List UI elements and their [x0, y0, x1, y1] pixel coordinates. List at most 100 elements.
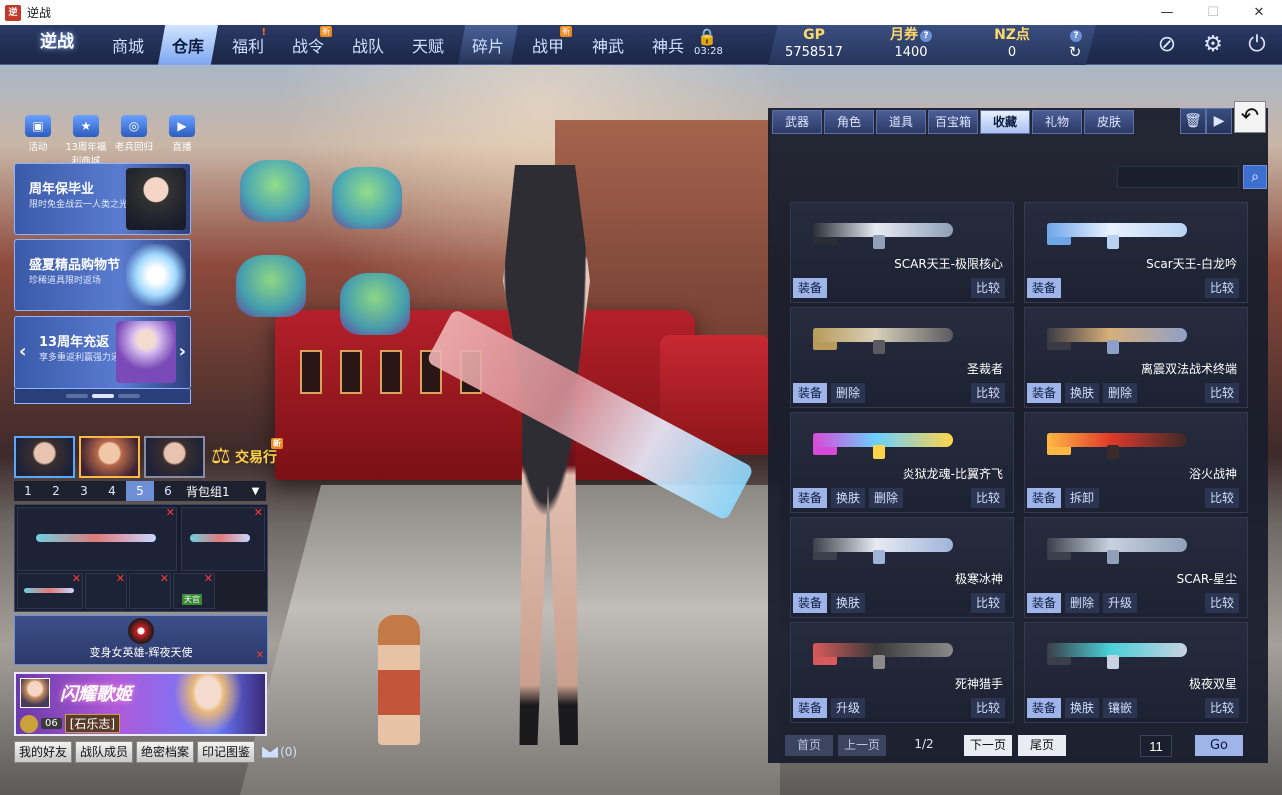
inventory-tab[interactable]: 皮肤	[1084, 110, 1134, 134]
item-action-button[interactable]: 装备	[793, 488, 827, 508]
compare-button[interactable]: 比较	[971, 698, 1005, 718]
hero-portrait[interactable]	[14, 436, 75, 478]
social-button[interactable]: 战队成员	[75, 741, 134, 763]
item-action-button[interactable]: 删除	[1065, 593, 1099, 613]
item-action-button[interactable]: 装备	[793, 593, 827, 613]
inventory-tab[interactable]: 道具	[876, 110, 926, 134]
item-action-button[interactable]: 删除	[869, 488, 903, 508]
link-icon[interactable]: ⊘	[1152, 30, 1182, 60]
item-action-button[interactable]: 装备	[1027, 698, 1061, 718]
mail-button[interactable]: (0)	[262, 745, 297, 759]
bag-tab[interactable]: 6	[154, 481, 182, 501]
item-action-button[interactable]: 装备	[1027, 488, 1061, 508]
promo-anniversary[interactable]: 周年保毕业 限时免金战云一人类之光	[14, 163, 191, 235]
nav-tab[interactable]: 战队	[338, 25, 398, 65]
social-button[interactable]: 我的好友	[14, 741, 73, 763]
back-button[interactable]: ↶	[1234, 101, 1266, 133]
item-action-button[interactable]: 换肤	[831, 488, 865, 508]
item-card[interactable]: SCAR-星尘 装备 删除 升级 比较	[1024, 517, 1248, 618]
hero-skin-slot[interactable]: 变身女英雄-辉夜天使 ✕	[14, 615, 268, 665]
inventory-tab[interactable]: 收藏	[980, 110, 1030, 134]
exchange-button[interactable]: ⚖ 交易行 新	[209, 436, 289, 478]
remove-icon[interactable]: ✕	[72, 572, 81, 585]
remove-icon[interactable]: ✕	[256, 650, 264, 661]
item-action-button[interactable]: 装备	[1027, 593, 1061, 613]
compare-button[interactable]: 比较	[971, 278, 1005, 298]
inventory-tab[interactable]: 角色	[824, 110, 874, 134]
item-action-button[interactable]: 换肤	[831, 593, 865, 613]
hero-portrait[interactable]	[144, 436, 205, 478]
nav-tab[interactable]: 商城	[98, 25, 158, 65]
quick-link[interactable]: ◎ 老兵回归	[110, 115, 158, 157]
item-card[interactable]: 炎狱龙魂-比翼齐飞 装备 换肤 删除 比较	[790, 412, 1014, 513]
bag-tab[interactable]: 2	[42, 481, 70, 501]
item-action-button[interactable]: 装备	[1027, 383, 1061, 403]
item-action-button[interactable]: 镶嵌	[1103, 698, 1137, 718]
compare-button[interactable]: 比较	[1205, 698, 1239, 718]
compare-button[interactable]: 比较	[1205, 278, 1239, 298]
minimize-button[interactable]: —	[1144, 0, 1190, 25]
secondary-weapon-slot[interactable]: ✕	[181, 506, 265, 571]
item-action-button[interactable]: 换肤	[1065, 698, 1099, 718]
nav-tab[interactable]: 碎片	[458, 25, 518, 65]
search-input[interactable]	[1117, 166, 1239, 188]
quick-link[interactable]: ★ 13周年福利商城	[62, 115, 110, 167]
item-card[interactable]: SCAR天王-极限核心 装备 比较	[790, 202, 1014, 303]
item-action-button[interactable]: 删除	[1103, 383, 1137, 403]
item-card[interactable]: Scar天王-白龙吟 装备 比较	[1024, 202, 1248, 303]
melee-slot[interactable]: ✕	[17, 572, 83, 609]
item-action-button[interactable]: 换肤	[1065, 383, 1099, 403]
item-card[interactable]: 离震双法战术终端 装备 换肤 删除 比较	[1024, 307, 1248, 408]
nav-tab[interactable]: 战甲新	[518, 25, 578, 65]
item-action-button[interactable]: 装备	[793, 278, 827, 298]
bag-group-select[interactable]: 背包组1 ▼	[186, 483, 259, 500]
item-action-button[interactable]: 升级	[1103, 593, 1137, 613]
remove-icon[interactable]: ✕	[160, 572, 169, 585]
item-slot[interactable]: ✕	[129, 572, 171, 609]
social-button[interactable]: 印记图鉴	[197, 741, 256, 763]
compare-button[interactable]: 比较	[1205, 488, 1239, 508]
promo-recharge[interactable]: ‹ 13周年充返 享多重返利赢强力道具 ›	[14, 316, 191, 389]
compare-button[interactable]: 比较	[971, 488, 1005, 508]
last-page-button[interactable]: 尾页	[1018, 735, 1066, 756]
maximize-button[interactable]: ☐	[1190, 0, 1236, 25]
primary-weapon-slot[interactable]: ✕	[17, 506, 177, 571]
item-card[interactable]: 死神猎手 装备 升级 比较	[790, 622, 1014, 723]
lock-indicator[interactable]: 🔒 03:28	[694, 28, 723, 64]
bag-tab[interactable]: 4	[98, 481, 126, 501]
hero-portrait[interactable]	[79, 436, 140, 478]
compare-button[interactable]: 比较	[1205, 593, 1239, 613]
promo-summer-shop[interactable]: 盛夏精品购物节 珍稀道具限时返场	[14, 239, 191, 311]
first-page-button[interactable]: 首页	[785, 735, 833, 756]
voucher-help-icon[interactable]: ?	[920, 30, 932, 42]
item-action-button[interactable]: 拆卸	[1065, 488, 1099, 508]
item-action-button[interactable]: 升级	[831, 698, 865, 718]
nav-tab[interactable]: 仓库	[158, 25, 218, 65]
promo-prev-icon[interactable]: ‹	[19, 341, 26, 362]
close-button[interactable]: ✕	[1236, 0, 1282, 25]
page-jump-input[interactable]	[1140, 735, 1172, 757]
inventory-tab[interactable]: 礼物	[1032, 110, 1082, 134]
nav-tab[interactable]: 神兵	[638, 25, 698, 65]
bag-tab[interactable]: 1	[14, 481, 42, 501]
compare-button[interactable]: 比较	[1205, 383, 1239, 403]
item-action-button[interactable]: 装备	[793, 383, 827, 403]
trash-icon[interactable]: 🗑	[1180, 108, 1206, 134]
item-card[interactable]: 极夜双星 装备 换肤 镶嵌 比较	[1024, 622, 1248, 723]
remove-icon[interactable]: ✕	[116, 572, 125, 585]
quick-link[interactable]: ▶ 直播	[158, 115, 206, 157]
quick-link[interactable]: ▣ 活动	[14, 115, 62, 157]
promo-dot[interactable]	[91, 394, 114, 398]
item-action-button[interactable]: 删除	[831, 383, 865, 403]
promo-dot[interactable]	[117, 394, 140, 398]
remove-icon[interactable]: ✕	[166, 506, 175, 519]
nav-tab[interactable]: 福利!	[218, 25, 278, 65]
next-page-button[interactable]: 下一页	[964, 735, 1012, 756]
social-button[interactable]: 绝密档案	[136, 741, 195, 763]
inventory-tab[interactable]: 百宝箱	[928, 110, 978, 134]
nav-tab[interactable]: 战令新	[278, 25, 338, 65]
go-button[interactable]: Go	[1195, 735, 1243, 756]
remove-icon[interactable]: ✕	[254, 506, 263, 519]
avatar[interactable]	[20, 678, 50, 708]
compare-button[interactable]: 比较	[971, 593, 1005, 613]
